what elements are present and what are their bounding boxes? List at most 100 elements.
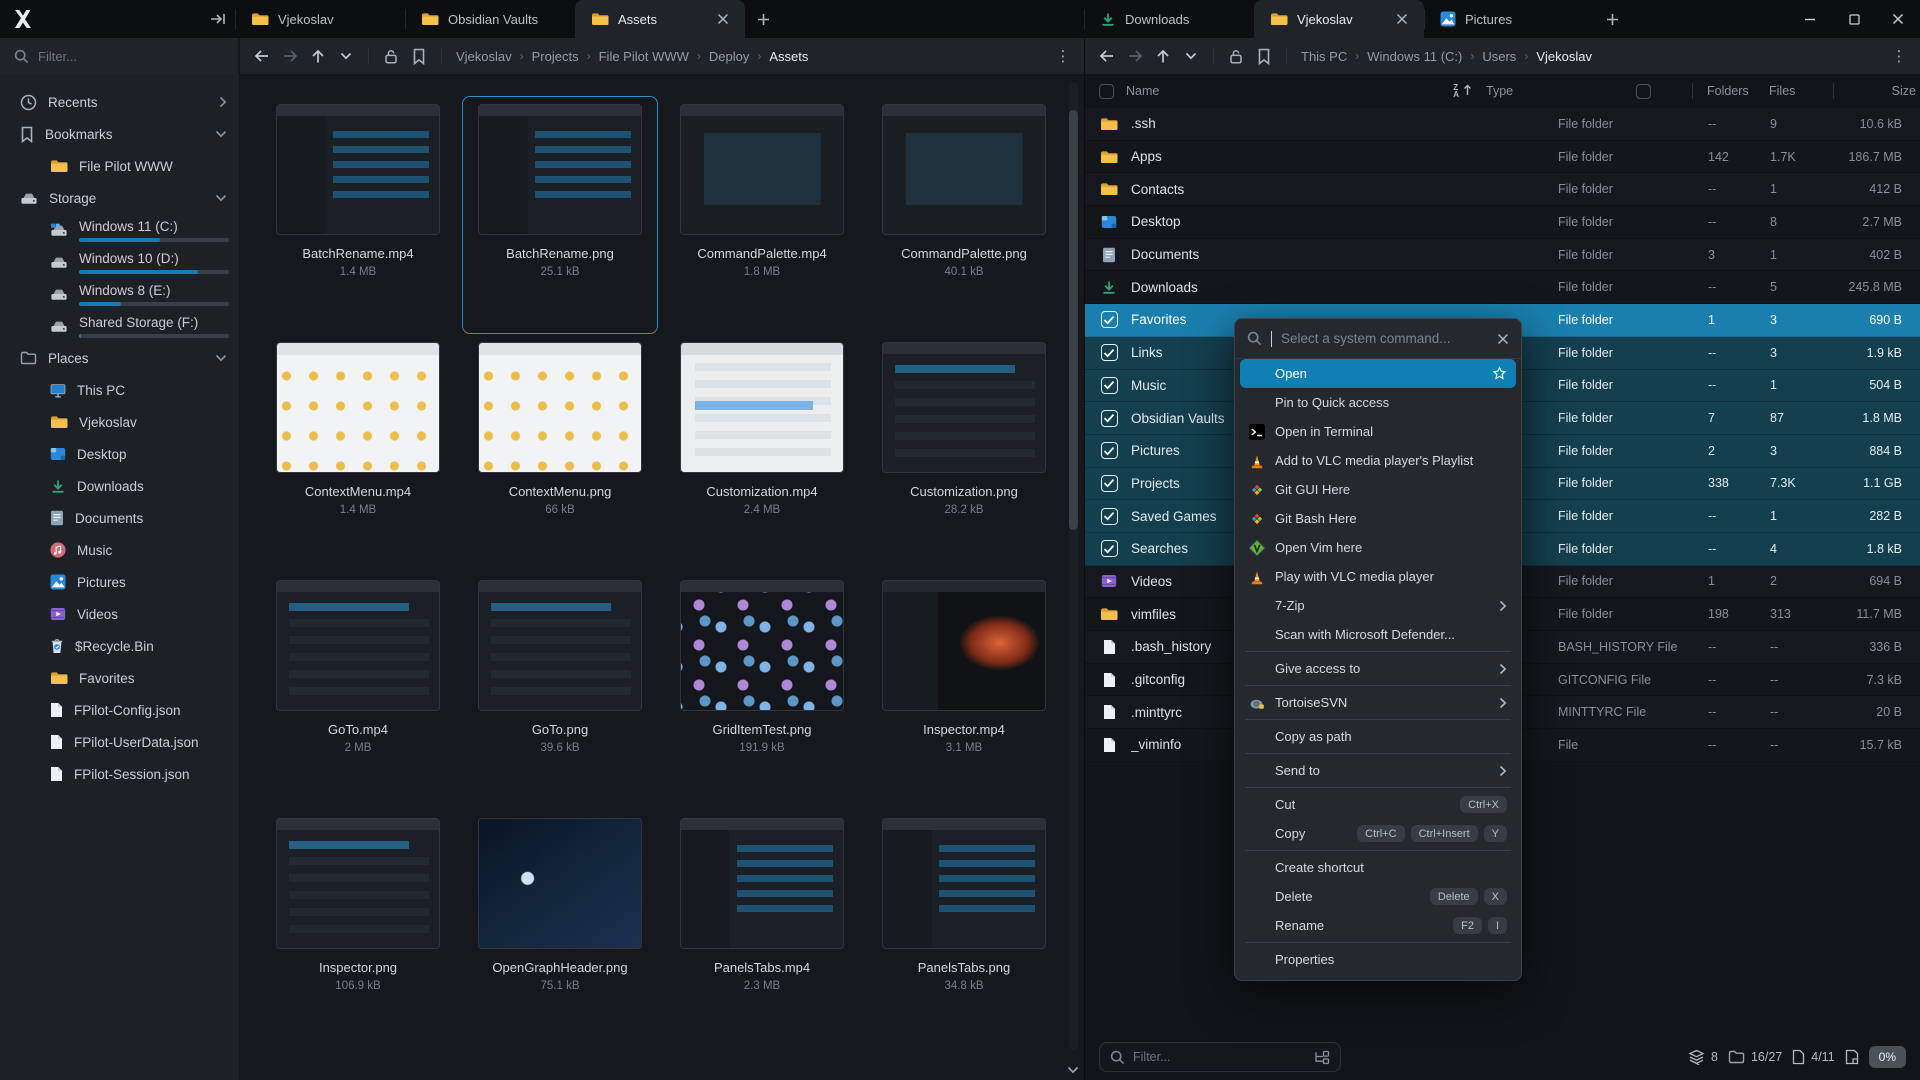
sidebar-item-windows-8-e-[interactable]: Windows 8 (E:) — [0, 278, 239, 310]
sidebar-item-this-pc[interactable]: This PC — [0, 374, 239, 406]
close-tab-icon[interactable] — [1378, 13, 1408, 25]
tab-pictures[interactable]: Pictures — [1424, 0, 1594, 38]
header-checkbox[interactable] — [1636, 84, 1651, 99]
row-checkbox[interactable] — [1101, 508, 1118, 525]
menu-item-play-with-vlc-media-player[interactable]: Play with VLC media player — [1240, 562, 1516, 591]
grid-item-batchrename-mp4[interactable]: BatchRename.mp41.4 MB — [260, 96, 456, 334]
column-folders[interactable]: Folders — [1707, 84, 1769, 98]
sidebar-item-fpilot-userdata-json[interactable]: FPilot-UserData.json — [0, 726, 239, 758]
tab-assets[interactable]: Assets — [575, 0, 745, 38]
grid-item-batchrename-png[interactable]: BatchRename.png25.1 kB — [462, 96, 658, 334]
menu-item-properties[interactable]: Properties — [1240, 945, 1516, 974]
menu-item-open-in-terminal[interactable]: Open in Terminal — [1240, 417, 1516, 446]
sidebar-item-music[interactable]: Music — [0, 534, 239, 566]
menu-item-create-shortcut[interactable]: Create shortcut — [1240, 853, 1516, 882]
lock-path-icon[interactable] — [377, 42, 405, 70]
history-dropdown-icon[interactable] — [1177, 42, 1205, 70]
sidebar-item-file-pilot-www[interactable]: File Pilot WWW — [0, 150, 239, 182]
sidebar-item-windows-10-d-[interactable]: Windows 10 (D:) — [0, 246, 239, 278]
column-size[interactable]: Size — [1834, 84, 1920, 98]
more-options-icon[interactable]: ⋮ — [1886, 47, 1912, 65]
sidebar-item-places[interactable]: Places — [0, 342, 239, 374]
sidebar-item--recycle-bin[interactable]: $Recycle.Bin — [0, 630, 239, 662]
lock-path-icon[interactable] — [1222, 42, 1250, 70]
file-row-documents[interactable]: DocumentsFile folder31402 B — [1085, 239, 1920, 272]
sidebar-filter-input[interactable]: Filter... — [14, 49, 230, 64]
list-filter-input[interactable]: Filter... — [1099, 1042, 1341, 1072]
history-dropdown-icon[interactable] — [332, 42, 360, 70]
column-name[interactable]: Name — [1126, 84, 1159, 98]
grid-item-inspector-png[interactable]: Inspector.png106.9 kB — [260, 810, 456, 1048]
menu-item-add-to-vlc-media-player-s-playlist[interactable]: Add to VLC media player's Playlist — [1240, 446, 1516, 475]
scroll-down-icon[interactable] — [1067, 1066, 1079, 1074]
back-icon[interactable] — [248, 42, 276, 70]
row-checkbox[interactable] — [1101, 442, 1118, 459]
sidebar-item-bookmarks[interactable]: Bookmarks — [0, 118, 239, 150]
sidebar-item-pictures[interactable]: Pictures — [0, 566, 239, 598]
new-tab-button-left[interactable] — [745, 0, 781, 38]
breadcrumb-segment[interactable]: Assets — [769, 49, 808, 64]
sidebar-item-recents[interactable]: Recents — [0, 86, 239, 118]
chevron-down-icon[interactable] — [215, 194, 227, 202]
menu-item-git-bash-here[interactable]: Git Bash Here — [1240, 504, 1516, 533]
sidebar-item-fpilot-config-json[interactable]: FPilot-Config.json — [0, 694, 239, 726]
row-checkbox[interactable] — [1101, 344, 1118, 361]
tab-obsidian-vaults[interactable]: Obsidian Vaults — [405, 0, 575, 38]
column-files[interactable]: Files — [1769, 84, 1833, 98]
tab-vjekoslav[interactable]: Vjekoslav — [1254, 0, 1424, 38]
chevron-right-icon[interactable] — [219, 96, 227, 108]
sidebar-item-videos[interactable]: Videos — [0, 598, 239, 630]
select-all-checkbox[interactable] — [1099, 84, 1114, 99]
file-row--ssh[interactable]: .sshFile folder--910.6 kB — [1085, 108, 1920, 141]
app-logo-icon[interactable] — [0, 0, 44, 38]
close-tab-icon[interactable] — [699, 13, 729, 25]
new-tab-button-right[interactable] — [1594, 0, 1630, 38]
sidebar-item-downloads[interactable]: Downloads — [0, 470, 239, 502]
row-checkbox[interactable] — [1101, 475, 1118, 492]
row-checkbox[interactable] — [1101, 410, 1118, 427]
breadcrumb-segment[interactable]: File Pilot WWW — [599, 49, 689, 64]
breadcrumb-segment[interactable]: Vjekoslav — [456, 49, 512, 64]
menu-item-send-to[interactable]: Send to — [1240, 756, 1516, 785]
menu-item-delete[interactable]: DeleteDeleteX — [1240, 882, 1516, 911]
row-checkbox[interactable] — [1101, 377, 1118, 394]
breadcrumb-segment[interactable]: Vjekoslav — [1536, 49, 1592, 64]
menu-item-git-gui-here[interactable]: Git GUI Here — [1240, 475, 1516, 504]
tab-vjekoslav[interactable]: Vjekoslav — [235, 0, 405, 38]
menu-item-tortoisesvn[interactable]: TortoiseSVN — [1240, 688, 1516, 717]
menu-item-copy[interactable]: CopyCtrl+CCtrl+InsertY — [1240, 819, 1516, 848]
menu-item-open-vim-here[interactable]: Open Vim here — [1240, 533, 1516, 562]
forward-icon[interactable] — [276, 42, 304, 70]
grid-item-commandpalette-mp4[interactable]: CommandPalette.mp41.8 MB — [664, 96, 860, 334]
bookmark-icon[interactable] — [1250, 42, 1278, 70]
menu-item-open[interactable]: Open — [1240, 359, 1516, 388]
grid-item-contextmenu-mp4[interactable]: ContextMenu.mp41.4 MB — [260, 334, 456, 572]
minimize-button[interactable] — [1788, 0, 1832, 38]
sidebar-item-favorites[interactable]: Favorites — [0, 662, 239, 694]
grid-item-goto-mp4[interactable]: GoTo.mp42 MB — [260, 572, 456, 810]
grid-item-griditemtest-png[interactable]: GridItemTest.png191.9 kB — [664, 572, 860, 810]
sidebar-item-storage[interactable]: Storage — [0, 182, 239, 214]
bookmark-icon[interactable] — [405, 42, 433, 70]
menu-item-give-access-to[interactable]: Give access to — [1240, 654, 1516, 683]
forward-icon[interactable] — [1121, 42, 1149, 70]
grid-item-customization-png[interactable]: Customization.png28.2 kB — [866, 334, 1062, 572]
menu-item-rename[interactable]: RenameF2I — [1240, 911, 1516, 940]
filter-options-icon[interactable] — [1314, 1050, 1330, 1065]
grid-item-contextmenu-png[interactable]: ContextMenu.png66 kB — [462, 334, 658, 572]
sidebar-item-desktop[interactable]: Desktop — [0, 438, 239, 470]
chevron-down-icon[interactable] — [215, 130, 227, 138]
star-icon[interactable] — [1492, 366, 1507, 381]
breadcrumb-segment[interactable]: Users — [1482, 49, 1516, 64]
menu-item-cut[interactable]: CutCtrl+X — [1240, 790, 1516, 819]
sidebar-item-windows-11-c-[interactable]: Windows 11 (C:) — [0, 214, 239, 246]
file-row-desktop[interactable]: DesktopFile folder--82.7 MB — [1085, 206, 1920, 239]
tab-downloads[interactable]: Downloads — [1084, 0, 1254, 38]
open-tab-right-icon[interactable] — [201, 0, 235, 38]
breadcrumb-segment[interactable]: Projects — [532, 49, 579, 64]
column-type[interactable]: Type — [1486, 84, 1636, 98]
file-row-apps[interactable]: AppsFile folder1421.7K186.7 MB — [1085, 141, 1920, 174]
sort-icon[interactable]: ZA — [1453, 84, 1472, 99]
scrollbar[interactable] — [1069, 82, 1078, 1050]
close-icon[interactable] — [1497, 333, 1509, 345]
